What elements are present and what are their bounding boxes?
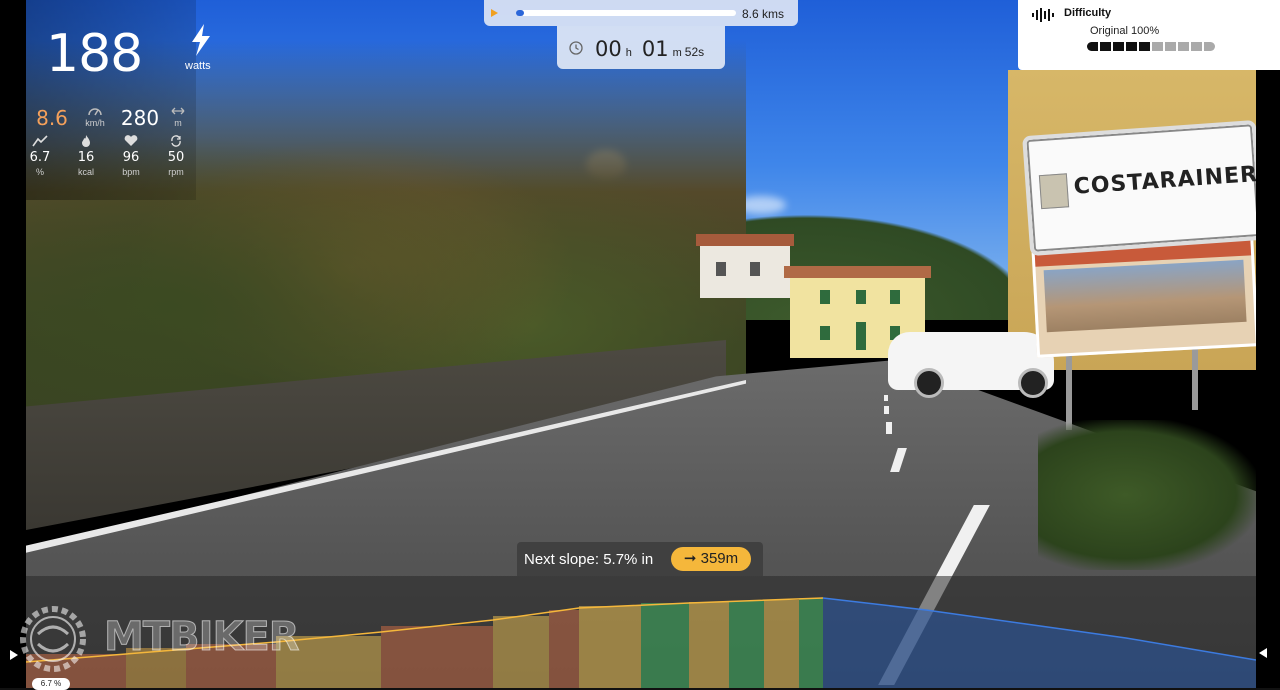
mtbiker-gear-logo-icon [20,606,86,672]
speed-unit-group: km/h [80,106,110,128]
difficulty-level-bar[interactable] [1087,42,1215,51]
heart-rate-value: 96 [122,150,140,165]
bolt-icon [192,24,210,56]
difficulty-segment [1165,42,1176,51]
route-progress-panel: 8.6 kms [484,0,798,26]
heart-rate-unit: bpm [122,167,140,177]
difficulty-segment [1126,42,1137,51]
white-house [696,234,794,298]
difficulty-segment [1178,42,1189,51]
grade-value: 6.7 [29,150,51,165]
cadence-cycle-icon [171,135,181,147]
heart-rate-stat: 96 bpm [114,135,148,177]
distance-unit: m [174,118,182,128]
next-slope-label: Next slope: 5.7% in [524,551,654,568]
calories-stat: 16 kcal [70,135,102,177]
speed-unit: km/h [85,118,105,128]
parked-car [888,332,1054,398]
heart-icon [124,135,138,146]
current-grade-badge: 6.7 % [32,678,70,690]
timer-readout: 00 h 01 m 52s [595,37,704,61]
route-progress-bar[interactable] [516,10,736,16]
finish-marker [1259,648,1267,658]
mtbiker-watermark: MTBIKER [104,614,301,661]
cadence-stat: 50 rpm [160,135,192,177]
timer-minutes: 01 [641,37,669,61]
route-distance: 8.6 kms [741,7,784,21]
difficulty-title: Difficulty [1064,7,1112,19]
distance-arrows-icon [171,107,185,115]
speedometer-icon [88,108,102,116]
slope-icon [32,135,48,147]
speed-stat: 8.6 [30,106,74,130]
difficulty-segment [1191,42,1202,51]
hedge [1038,420,1256,570]
clock-icon [569,41,583,55]
distance-unit-group: m [168,106,188,128]
town-crest-icon [1038,173,1070,210]
difficulty-segment [1087,42,1098,51]
difficulty-segment [1113,42,1124,51]
grade-unit: % [35,167,44,177]
difficulty-equalizer-icon [1032,8,1054,22]
timer-minutes-unit: m [672,47,682,59]
town-sign: COSTARAINERA [1022,119,1256,257]
flame-icon [82,135,90,147]
cadence-unit: rpm [168,167,184,177]
speed-value: 8.6 [36,106,68,130]
timer-seconds: 52s [684,45,705,59]
next-slope-distance: ➞ 359m [671,547,751,571]
difficulty-panel[interactable]: Difficulty Original 100% [1018,0,1280,70]
difficulty-segment [1152,42,1163,51]
elapsed-timer: 00 h 01 m 52s [557,26,725,69]
grade-stat: 6.7 % [24,135,56,177]
timer-hours-unit: h [625,47,632,59]
route-progress-fill [516,10,524,16]
difficulty-segment [1204,42,1215,51]
calories-value: 16 [77,150,95,165]
difficulty-segment [1100,42,1111,51]
cadence-value: 50 [167,150,185,165]
distance-stat: 280 [116,106,164,130]
power-unit: watts [185,60,211,72]
calories-unit: kcal [77,167,94,177]
town-sign-text: COSTARAINERA [1072,160,1256,200]
power-value: 188 [46,24,143,84]
difficulty-value: Original 100% [1090,25,1160,37]
next-slope-banner: Next slope: 5.7% in ➞ 359m [517,542,763,576]
timer-hours: 00 [595,37,622,61]
distance-value: 280 [120,106,160,130]
play-icon[interactable] [491,9,498,17]
difficulty-segment [1139,42,1150,51]
